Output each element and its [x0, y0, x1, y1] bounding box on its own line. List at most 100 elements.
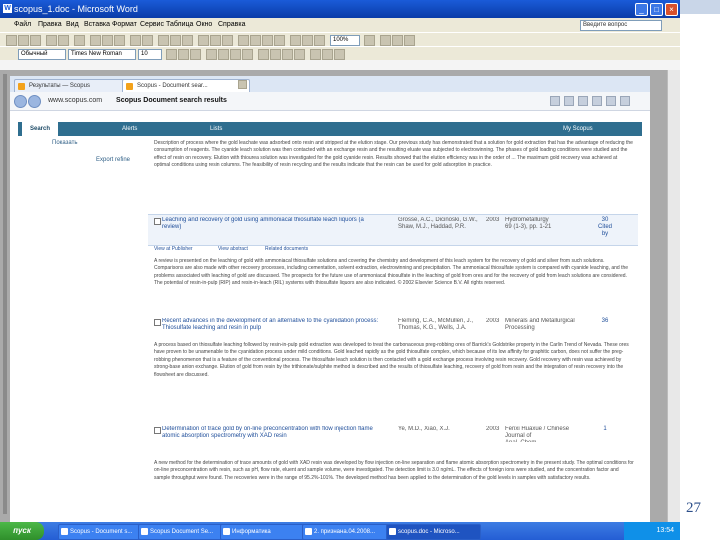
- new-icon[interactable]: [6, 35, 17, 46]
- drawing-icon[interactable]: [290, 35, 301, 46]
- page-menu-icon[interactable]: [592, 96, 602, 106]
- borders-icon[interactable]: [380, 35, 391, 46]
- undo-icon[interactable]: [130, 35, 141, 46]
- font-color-icon[interactable]: [404, 35, 415, 46]
- preview-icon[interactable]: [58, 35, 69, 46]
- align-right-format-icon[interactable]: [230, 49, 241, 60]
- outside-border-icon[interactable]: [310, 49, 321, 60]
- address-field[interactable]: www.scopus.com Scopus Document search re…: [48, 95, 348, 106]
- style-select[interactable]: Обычный: [18, 49, 66, 60]
- tab-search[interactable]: Search: [22, 122, 59, 136]
- columns-icon[interactable]: [182, 35, 193, 46]
- vertical-scrollbar[interactable]: [667, 70, 680, 522]
- menu-view[interactable]: Вид: [66, 18, 79, 32]
- menu-insert[interactable]: Вставка: [84, 18, 110, 32]
- italic-format-icon[interactable]: [178, 49, 189, 60]
- result-1-authors[interactable]: Grosse, A.C., Dicinoski, G.W., Shaw, M.J…: [398, 217, 482, 237]
- result-3-authors[interactable]: Ye, M.D., Xiao, X.J.: [398, 426, 482, 440]
- copy-icon[interactable]: [102, 35, 113, 46]
- taskbar-item-3[interactable]: Информатика: [220, 524, 311, 540]
- result-3-cited-by[interactable]: 1: [592, 426, 618, 433]
- bold-format-icon[interactable]: [166, 49, 177, 60]
- align-center-format-icon[interactable]: [218, 49, 229, 60]
- print-page-icon[interactable]: [578, 96, 588, 106]
- decrease-indent-icon[interactable]: [282, 49, 293, 60]
- redo-icon[interactable]: [142, 35, 153, 46]
- paste-icon[interactable]: [114, 35, 125, 46]
- result-1-cited-by[interactable]: 30 Cited by: [592, 217, 618, 238]
- tab-lists[interactable]: Lists: [210, 122, 222, 136]
- font-size-select[interactable]: 10: [138, 49, 162, 60]
- italic-icon[interactable]: [210, 35, 221, 46]
- side-link-export[interactable]: Export refine: [96, 157, 130, 163]
- justify-icon[interactable]: [274, 35, 285, 46]
- taskbar-item-5[interactable]: scopus.doc - Microso...: [386, 524, 481, 540]
- underline-format-icon[interactable]: [190, 49, 201, 60]
- print-icon[interactable]: [46, 35, 57, 46]
- menu-window[interactable]: Окно: [196, 18, 212, 32]
- spelling-icon[interactable]: [74, 35, 85, 46]
- tab-alerts[interactable]: Alerts: [122, 122, 137, 136]
- hyperlink-icon[interactable]: [158, 35, 169, 46]
- result-1-title[interactable]: Leaching and recovery of gold using ammo…: [162, 217, 382, 233]
- result-2-authors[interactable]: Fleming, C.A., McMullen, J., Thomas, K.G…: [398, 318, 482, 338]
- menu-file[interactable]: Файл: [14, 18, 31, 32]
- forward-icon[interactable]: [28, 95, 41, 108]
- view-abstract-link[interactable]: View abstract: [218, 246, 248, 252]
- text-color-icon[interactable]: [334, 49, 345, 60]
- underline-icon[interactable]: [222, 35, 233, 46]
- browser-tab-1[interactable]: Результаты — Scopus: [14, 79, 134, 92]
- menu-format[interactable]: Формат: [112, 18, 137, 32]
- help-menu-icon[interactable]: [620, 96, 630, 106]
- cut-icon[interactable]: [90, 35, 101, 46]
- taskbar-item-2[interactable]: Scopus Document Se...: [138, 524, 229, 540]
- save-icon[interactable]: [30, 35, 41, 46]
- table-icon[interactable]: [170, 35, 181, 46]
- font-select[interactable]: Times New Roman: [68, 49, 136, 60]
- open-icon[interactable]: [18, 35, 29, 46]
- result-checkbox[interactable]: [154, 218, 161, 225]
- zoom-select[interactable]: 100%: [330, 35, 360, 46]
- close-button[interactable]: ×: [665, 3, 678, 16]
- menu-tools[interactable]: Сервис: [140, 18, 164, 32]
- align-left-icon[interactable]: [238, 35, 249, 46]
- related-documents-link[interactable]: Related documents: [265, 246, 308, 252]
- home-icon[interactable]: [550, 96, 560, 106]
- text-highlight-icon[interactable]: [322, 49, 333, 60]
- minimize-button[interactable]: _: [635, 3, 648, 16]
- numbering-icon[interactable]: [258, 49, 269, 60]
- new-tab-icon[interactable]: [238, 80, 247, 89]
- doc-map-icon[interactable]: [302, 35, 313, 46]
- align-right-icon[interactable]: [262, 35, 273, 46]
- feeds-icon[interactable]: [564, 96, 574, 106]
- result-2-cited-by[interactable]: 36: [592, 318, 618, 325]
- result-1-source[interactable]: Hydrometallurgy 69 (1-3), pp. 1-21: [505, 217, 589, 233]
- tab-my-scopus[interactable]: My Scopus: [563, 122, 593, 136]
- back-icon[interactable]: [14, 95, 27, 108]
- result-3-source[interactable]: Fenxi Huaxue / Chinese Journal of Anal. …: [505, 426, 589, 442]
- tools-menu-icon[interactable]: [606, 96, 616, 106]
- side-link-show[interactable]: Показать: [52, 140, 78, 146]
- start-button[interactable]: пуск: [0, 522, 44, 540]
- align-left-format-icon[interactable]: [206, 49, 217, 60]
- browser-tab-2[interactable]: Scopus - Document sear...: [122, 79, 250, 92]
- bold-icon[interactable]: [198, 35, 209, 46]
- result-checkbox[interactable]: [154, 319, 161, 326]
- highlight-icon[interactable]: [392, 35, 403, 46]
- result-2-source[interactable]: Minerals and Metallurgical Processing: [505, 318, 589, 334]
- increase-indent-icon[interactable]: [294, 49, 305, 60]
- help-icon[interactable]: [364, 35, 375, 46]
- menu-edit[interactable]: Правка: [38, 18, 62, 32]
- result-2-title[interactable]: Recent advances in the development of an…: [162, 318, 382, 334]
- maximize-button[interactable]: □: [650, 3, 663, 16]
- align-center-icon[interactable]: [250, 35, 261, 46]
- menu-table[interactable]: Таблица: [166, 18, 193, 32]
- bullets-icon[interactable]: [270, 49, 281, 60]
- result-checkbox[interactable]: [154, 427, 161, 434]
- view-publisher-link[interactable]: View at Publisher: [154, 246, 193, 252]
- help-search-input[interactable]: Введите вопрос: [580, 20, 662, 31]
- justify-format-icon[interactable]: [242, 49, 253, 60]
- menu-help[interactable]: Справка: [218, 18, 245, 32]
- taskbar-item-1[interactable]: Scopus - Document s...: [58, 524, 147, 540]
- show-hide-icon[interactable]: [314, 35, 325, 46]
